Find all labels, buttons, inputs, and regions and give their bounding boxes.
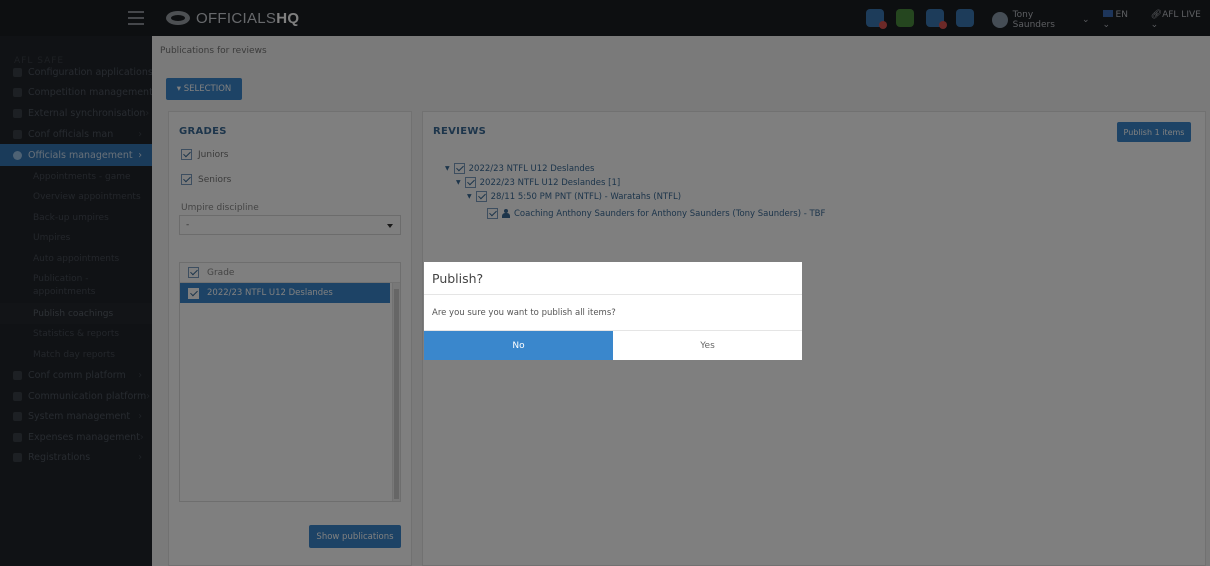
dialog-title: Publish? — [432, 271, 484, 286]
no-button[interactable]: No — [424, 331, 613, 360]
divider — [424, 294, 802, 295]
dialog-message: Are you sure you want to publish all ite… — [432, 308, 616, 318]
publish-confirm-dialog: Publish? Are you sure you want to publis… — [424, 262, 802, 360]
yes-button[interactable]: Yes — [613, 331, 802, 360]
